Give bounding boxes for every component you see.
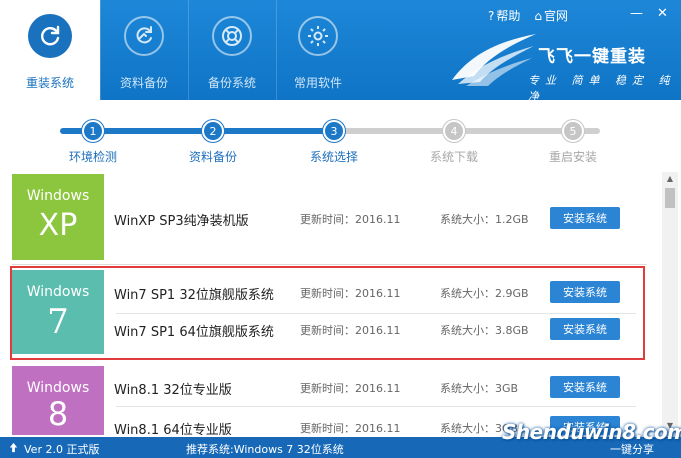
step-progress-pending bbox=[336, 128, 600, 134]
step-4-label: 系统下载 bbox=[429, 150, 478, 164]
update-date: 更新时间：2016.11 bbox=[300, 422, 401, 435]
step-3-dot: 3 bbox=[323, 120, 345, 142]
nav-label: 资料备份 bbox=[119, 76, 168, 90]
system-list: Windows XP WinXP SP3纯净装机版 更新时间：2016.11 系… bbox=[0, 170, 681, 435]
nav-common-software[interactable]: 常用软件 bbox=[276, 0, 360, 100]
selected-group-highlight bbox=[10, 266, 645, 360]
windows-xp-badge: Windows XP bbox=[12, 174, 104, 260]
badge-brand: Windows bbox=[26, 380, 90, 396]
refresh-icon bbox=[28, 14, 72, 58]
system-size: 系统大小：1.2GB bbox=[440, 213, 529, 226]
watermark-text: Shenduwin8.com bbox=[502, 420, 681, 444]
system-name: Win8.1 64位专业版 bbox=[114, 423, 232, 435]
update-date: 更新时间：2016.11 bbox=[300, 382, 401, 395]
progress-steps: 1 2 3 4 5 环境检测 资料备份 系统选择 系统下载 重启安装 bbox=[0, 100, 681, 170]
system-name: WinXP SP3纯净装机版 bbox=[114, 214, 249, 229]
row-divider bbox=[116, 406, 636, 407]
install-button[interactable]: 安装系统 bbox=[550, 376, 620, 398]
step-4-dot: 4 bbox=[443, 120, 465, 142]
version-arrow-icon bbox=[9, 442, 18, 453]
help-label: 帮助 bbox=[496, 9, 521, 23]
system-size: 系统大小：3GB bbox=[440, 382, 519, 395]
list-scrollbar[interactable]: ▲ ▼ bbox=[662, 172, 678, 433]
list-item: WinXP SP3纯净装机版 更新时间：2016.11 系统大小：1.2GB 安… bbox=[104, 201, 624, 237]
group-divider bbox=[12, 264, 647, 265]
version-label: Ver 2.0 正式版 bbox=[24, 443, 100, 456]
lifebuoy-icon bbox=[212, 16, 252, 56]
step-5-label: 重启安装 bbox=[548, 150, 597, 164]
logo-title: 飞飞一键重装 bbox=[538, 47, 646, 67]
nav-backup-system[interactable]: 备份系统 bbox=[188, 0, 276, 100]
scroll-thumb[interactable] bbox=[665, 188, 675, 208]
wing-logo-icon bbox=[452, 34, 536, 86]
step-2-dot: 2 bbox=[202, 120, 224, 142]
windows-8-badge: Windows 8 bbox=[12, 366, 104, 435]
badge-version: 8 bbox=[47, 395, 69, 433]
minimize-button[interactable]: — bbox=[630, 6, 643, 21]
list-item: Win8.1 32位专业版 更新时间：2016.11 系统大小：3GB 安装系统 bbox=[104, 370, 624, 406]
help-link[interactable]: ? 帮助 bbox=[488, 7, 520, 24]
update-date: 更新时间：2016.11 bbox=[300, 213, 401, 226]
help-icon: ? bbox=[488, 8, 495, 23]
home-icon: ⌂ bbox=[534, 8, 543, 23]
scroll-up-icon[interactable]: ▲ bbox=[662, 174, 678, 184]
nav-label: 重装系统 bbox=[25, 76, 74, 90]
nav-data-backup[interactable]: 资料备份 bbox=[100, 0, 188, 100]
badge-version: XP bbox=[38, 208, 78, 243]
gear-icon bbox=[298, 16, 338, 56]
system-name: Win8.1 32位专业版 bbox=[114, 383, 232, 398]
step-1-label: 环境检测 bbox=[68, 150, 117, 164]
step-3-label: 系统选择 bbox=[309, 150, 358, 164]
nav-label: 备份系统 bbox=[207, 76, 256, 90]
install-button[interactable]: 安装系统 bbox=[550, 207, 620, 229]
close-button[interactable]: ✕ bbox=[657, 6, 668, 21]
top-links: ? 帮助 ⌂ 官网 bbox=[488, 7, 568, 24]
nav-reinstall-system[interactable]: 重装系统 bbox=[0, 0, 100, 100]
official-label: 官网 bbox=[544, 9, 569, 23]
step-2-label: 资料备份 bbox=[188, 150, 237, 164]
recommend-label: 推荐系统:Windows 7 32位系统 bbox=[186, 443, 344, 456]
window-controls: — ✕ bbox=[630, 6, 668, 21]
header-bar: 重装系统 资料备份 备份系统 常用软件 ? 帮助 ⌂ 官网 — ✕ 飞飞一键重装… bbox=[0, 0, 681, 103]
backup-icon bbox=[124, 16, 164, 56]
badge-brand: Windows bbox=[26, 188, 90, 204]
step-5-dot: 5 bbox=[562, 120, 584, 142]
nav-label: 常用软件 bbox=[293, 76, 342, 90]
step-1-dot: 1 bbox=[82, 120, 104, 142]
official-site-link[interactable]: ⌂ 官网 bbox=[534, 7, 568, 24]
